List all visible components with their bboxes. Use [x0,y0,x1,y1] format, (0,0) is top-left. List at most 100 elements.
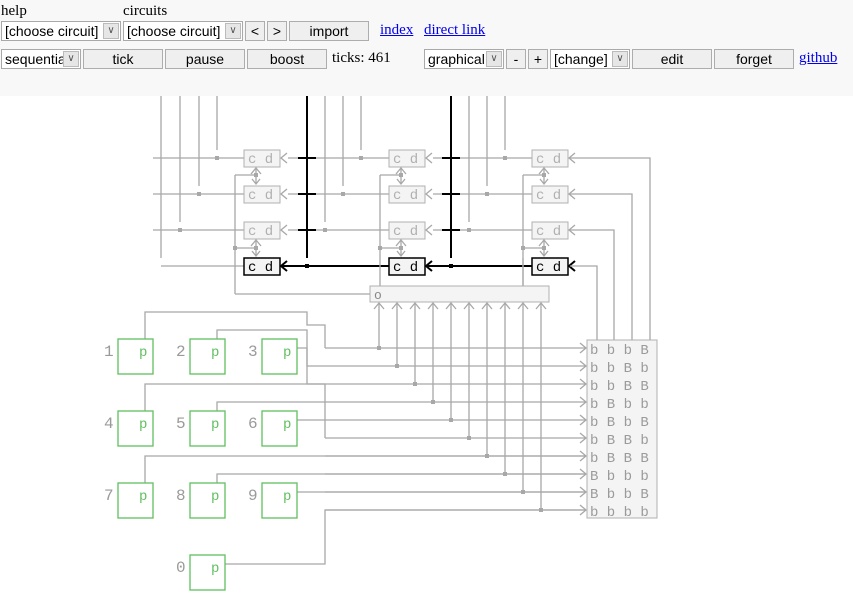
chevron-down-icon: ∨ [225,23,241,39]
memory-cell-label: c d [393,152,418,168]
next-circuit-button[interactable]: > [267,21,287,41]
switch-label: 1 [104,343,114,361]
wire-junction [485,192,489,196]
decoder-bus-label: o [374,288,382,303]
rom-row: b B b B [590,415,649,431]
boost-button[interactable]: boost [247,49,327,69]
switch-label: 5 [176,415,186,433]
ticks-counter: ticks: 461 [332,50,391,66]
wire-junction [323,228,327,232]
rom-row: b B b b [590,397,649,413]
arrow-left-icon [279,188,288,200]
switch-label: 9 [248,487,258,505]
circuit-canvas[interactable]: c d c d c d c d c d c d c d c d c d c d c d c d o b b… [0,96,853,610]
help-circuit-select[interactable]: [choose circuit] ∨ [1,21,121,41]
arrow-left-icon [424,188,433,200]
edit-button[interactable]: edit [632,49,712,69]
rom-output-wire [570,193,633,340]
switch-3[interactable] [261,338,298,375]
view-mode-value: graphical [428,51,485,67]
circuits-select[interactable]: [choose circuit] ∨ [123,21,243,41]
rom-row: B b b b [590,469,649,485]
simulation-mode-value: sequentia [5,51,66,67]
wire-junction [503,156,507,160]
switch-0[interactable] [189,554,226,591]
zoom-out-button[interactable]: - [506,49,526,69]
memory-cell-label: c d [536,224,561,240]
wire-junction [305,264,309,268]
circuits-select-value: [choose circuit] [127,23,221,39]
switch-glyph: p [283,489,291,505]
arrow-left-icon [424,224,433,236]
rom-row: B b b B [590,487,649,503]
switch-label: 0 [176,559,186,577]
switch-glyph: p [139,489,147,505]
rom-row: b b b B [590,343,649,359]
switch-glyph: p [211,561,219,577]
memory-cell-label: c d [248,224,273,240]
arrow-left-icon [279,152,288,164]
memory-cell-label: c d [248,152,273,168]
switch-2[interactable] [189,338,226,375]
switch-label: 2 [176,343,186,361]
wire-junction [341,192,345,196]
change-select[interactable]: [change] ∨ [550,49,630,69]
pause-button[interactable]: pause [165,49,245,69]
rom-row: b B B B [590,451,649,467]
switch-glyph: p [283,345,291,361]
switch-4[interactable] [117,410,154,447]
switch-label: 8 [176,487,186,505]
tick-button[interactable]: tick [83,49,163,69]
help-circuit-select-value: [choose circuit] [5,23,99,39]
simulation-mode-select[interactable]: sequentia ∨ [1,49,81,69]
rom-row: b b b b [590,505,649,521]
switch-glyph: p [139,345,147,361]
arrow-left-icon [424,152,433,164]
rom-output-wire [570,265,598,340]
memory-cell-label: c d [248,260,273,276]
switch-glyph: p [283,417,291,433]
rom-row: b B B b [590,433,649,449]
rom-row: b b B b [590,361,649,377]
switch-label: 7 [104,487,114,505]
forget-button[interactable]: forget [714,49,794,69]
memory-cell-label: c d [248,188,273,204]
memory-cell-label: c d [536,260,561,276]
switch-glyph: p [211,417,219,433]
switch-label: 3 [248,343,258,361]
wire-junction [449,264,453,268]
switch-label: 4 [104,415,114,433]
wire-junction [215,156,219,160]
switch-label: 6 [248,415,258,433]
rom-output-wire [570,157,651,340]
switch-wire [297,419,326,438]
switch-wire [144,383,326,411]
wire-junction [197,192,201,196]
prev-circuit-button[interactable]: < [245,21,265,41]
github-link[interactable]: github [799,50,837,67]
direct-link[interactable]: direct link [424,22,485,39]
import-button[interactable]: import [289,21,369,41]
switch-7[interactable] [117,482,154,519]
wire-junction [467,228,471,232]
switch-wire [144,455,586,483]
switch-8[interactable] [189,482,226,519]
switch-6[interactable] [261,410,298,447]
switch-9[interactable] [261,482,298,519]
memory-cell-label: c d [393,224,418,240]
memory-cell-label: c d [536,188,561,204]
chevron-down-icon: ∨ [612,51,628,67]
arrow-left-icon [279,224,288,236]
decoder-bus[interactable] [369,285,550,303]
switch-5[interactable] [189,410,226,447]
index-link[interactable]: index [380,22,413,39]
wire-junction [178,228,182,232]
rom-row: b b B B [590,379,649,395]
switch-glyph: p [139,417,147,433]
rom-output-wire [570,229,615,340]
zoom-in-button[interactable]: + [528,49,548,69]
switch-1[interactable] [117,338,154,375]
change-select-value: [change] [554,51,608,67]
view-mode-select[interactable]: graphical ∨ [424,49,504,69]
memory-cell-label: c d [393,188,418,204]
